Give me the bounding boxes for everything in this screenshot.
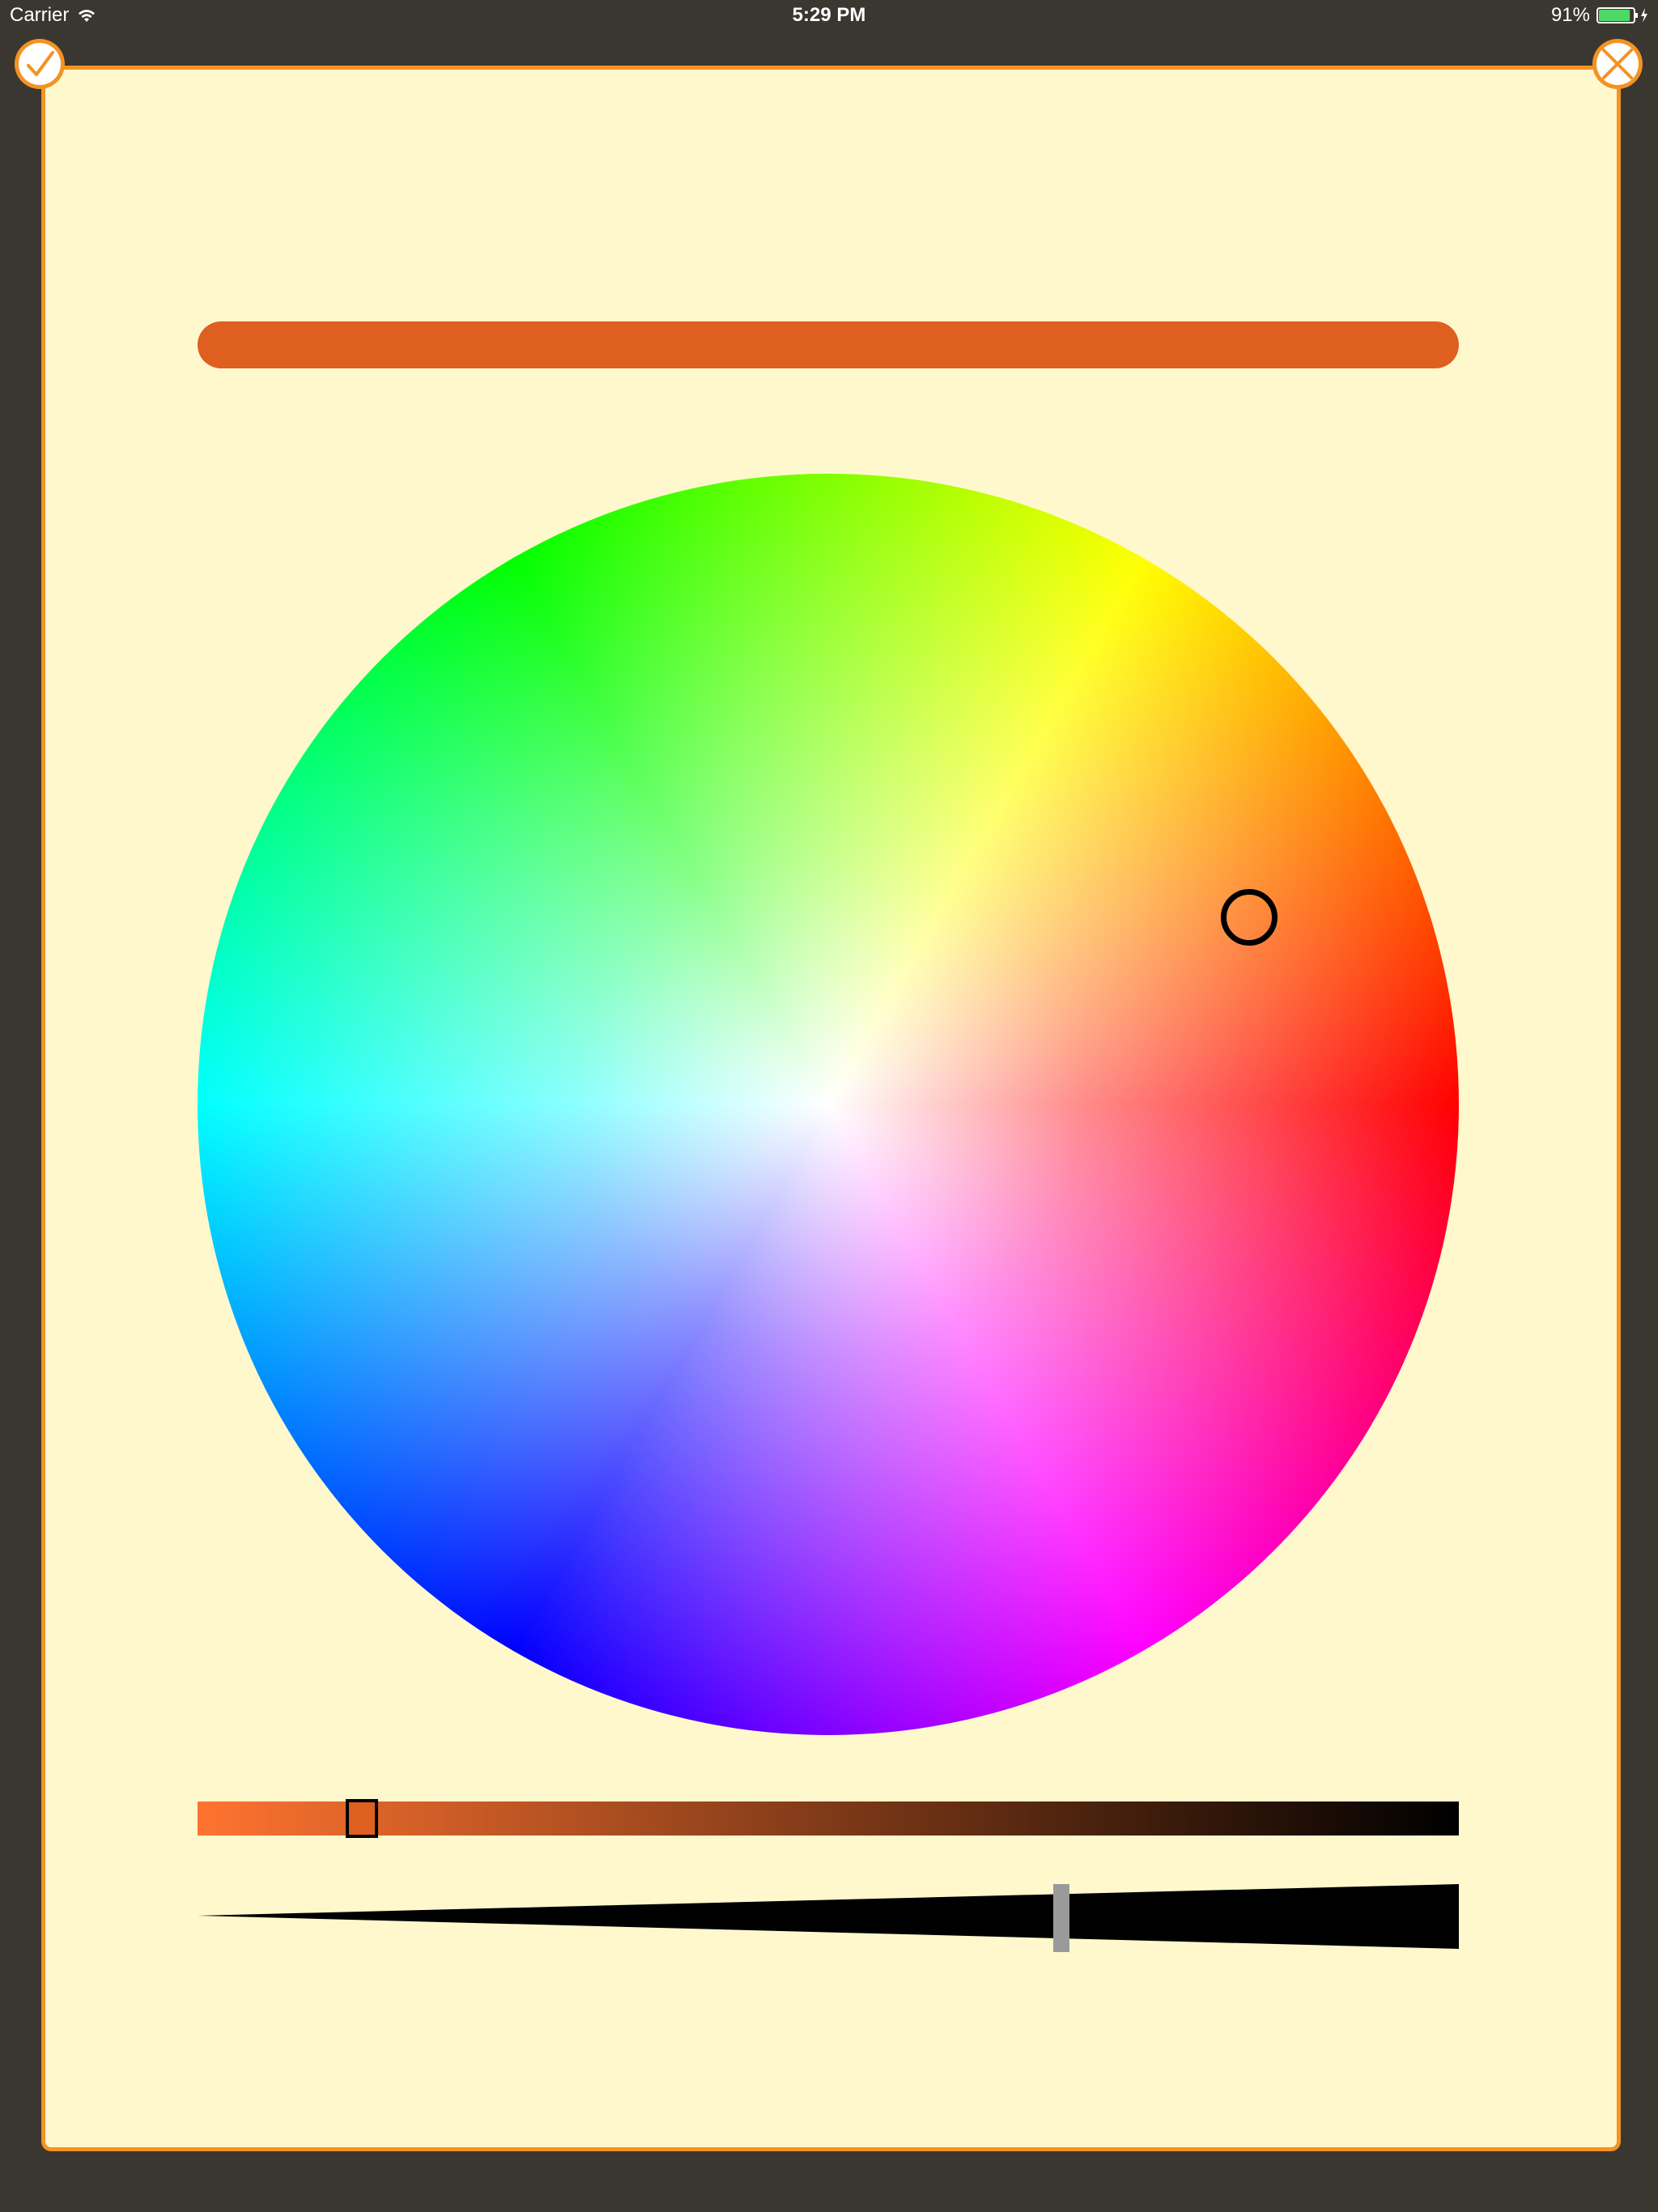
brightness-slider[interactable] — [198, 1799, 1459, 1838]
checkmark-icon — [19, 43, 61, 85]
battery-icon — [1596, 7, 1647, 23]
color-wheel[interactable] — [198, 474, 1459, 1735]
battery-percent: 91% — [1550, 4, 1590, 26]
size-slider[interactable] — [198, 1881, 1459, 1952]
brightness-thumb[interactable] — [345, 1799, 378, 1838]
done-button[interactable] — [15, 39, 65, 89]
charging-bolt-icon — [1641, 8, 1647, 23]
size-thumb[interactable] — [1053, 1884, 1070, 1952]
size-wedge-track[interactable] — [198, 1881, 1459, 1952]
close-button[interactable] — [1592, 39, 1643, 89]
close-x-icon — [1596, 43, 1639, 85]
brightness-track[interactable] — [198, 1802, 1459, 1836]
status-bar: Carrier 5:29 PM 91% — [0, 0, 1658, 32]
saturation-overlay — [198, 474, 1459, 1735]
status-battery: 91% — [1551, 4, 1650, 27]
selected-color-preview — [198, 321, 1459, 368]
color-wheel-handle[interactable] — [1220, 888, 1278, 946]
status-time: 5:29 PM — [792, 4, 866, 26]
